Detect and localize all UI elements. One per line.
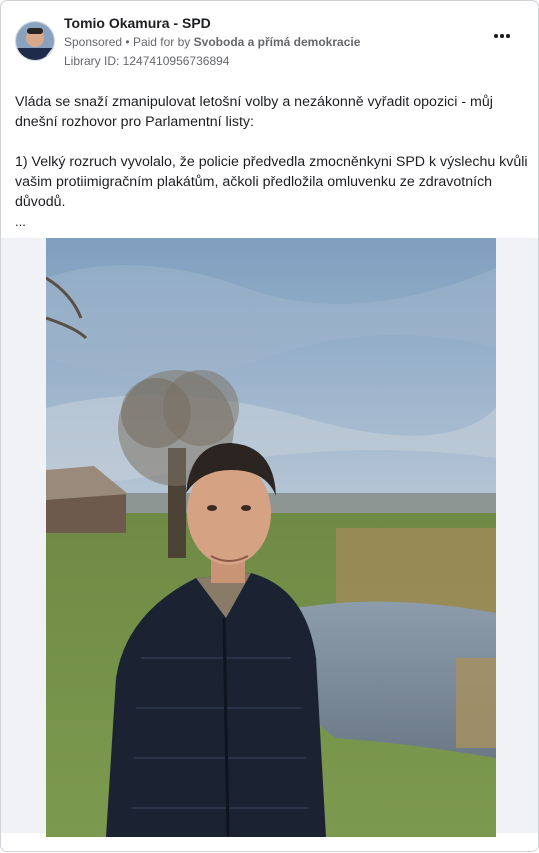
separator-dot: •: [125, 35, 133, 49]
see-more-ellipsis[interactable]: ...: [15, 212, 530, 232]
paid-for-prefix: Paid for by: [132, 35, 191, 49]
post-text: Vláda se snaží zmanipulovat letošní volb…: [15, 92, 530, 232]
post-paragraph-2: 1) Velký rozruch vyvolalo, že policie př…: [15, 154, 528, 210]
more-options-icon[interactable]: [494, 31, 514, 41]
library-id: Library ID: 1247410956736894: [64, 54, 230, 68]
avatar[interactable]: [15, 21, 55, 61]
sponsored-line: Sponsored • Paid for by Svoboda a přímá …: [64, 35, 360, 49]
post-image[interactable]: [46, 238, 496, 837]
ad-card: Tomio Okamura - SPD Sponsored • Paid for…: [0, 0, 539, 852]
post-header: Tomio Okamura - SPD Sponsored • Paid for…: [15, 15, 524, 71]
author-name[interactable]: Tomio Okamura - SPD: [64, 15, 211, 31]
sponsored-label: Sponsored: [64, 35, 123, 49]
post-paragraph-1: Vláda se snaží zmanipulovat letošní volb…: [15, 94, 493, 130]
paid-for-by[interactable]: Svoboda a přímá demokracie: [194, 35, 361, 49]
